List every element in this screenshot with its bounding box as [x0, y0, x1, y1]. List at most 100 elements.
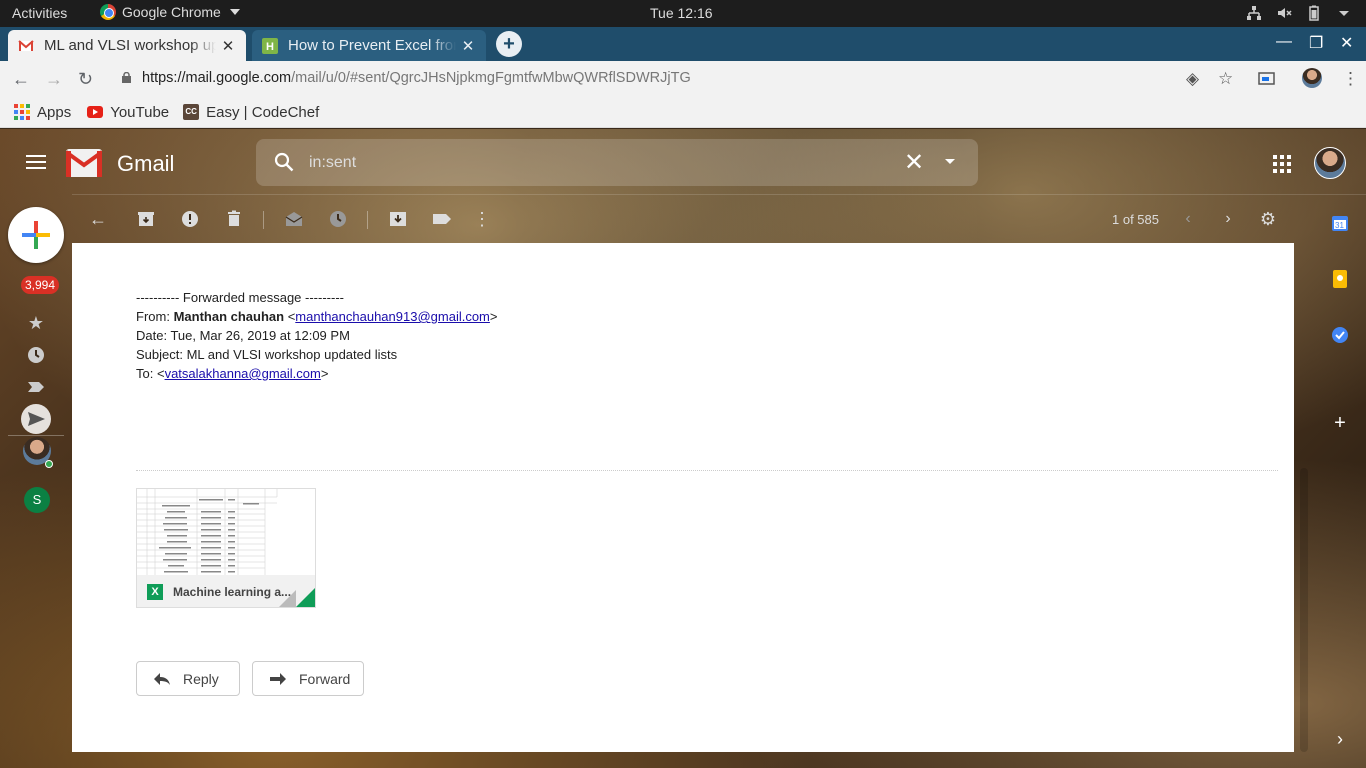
search-icon[interactable] — [274, 152, 294, 172]
apps-grid-icon — [14, 104, 30, 120]
bookmark-apps[interactable]: Apps — [14, 104, 71, 121]
gmail-app: Gmail in:sent ✕ 3,994 ★ S ← ⋮ 1 of 585 ‹… — [0, 129, 1366, 768]
sender-name: Manthan chauhan — [173, 309, 285, 324]
extension-icon[interactable]: ◈ — [1186, 69, 1199, 89]
reply-button[interactable]: Reply — [136, 661, 240, 696]
close-window-icon[interactable]: ✕ — [1340, 33, 1353, 53]
tab-gmail[interactable]: ML and VLSI workshop updated lists ✕ — [8, 30, 246, 61]
app-menu[interactable]: Google Chrome — [100, 4, 240, 20]
bookmark-youtube[interactable]: YouTube — [87, 104, 169, 121]
system-tray[interactable] — [1246, 5, 1352, 21]
important-label-icon[interactable] — [24, 375, 48, 399]
reload-icon[interactable]: ↻ — [78, 69, 93, 90]
clock[interactable]: Tue 12:16 — [650, 5, 713, 21]
calendar-icon[interactable]: 31 — [1330, 213, 1350, 233]
battery-icon — [1309, 5, 1319, 21]
tasks-icon[interactable] — [1330, 325, 1350, 345]
subject-line: Subject: ML and VLSI workshop updated li… — [136, 347, 398, 362]
starred-icon[interactable]: ★ — [24, 311, 48, 335]
from-line: From: Manthan chauhan <manthanchauhan913… — [136, 309, 498, 324]
scrollbar[interactable] — [1300, 468, 1308, 752]
gmail-icon — [18, 39, 34, 51]
move-to-icon[interactable] — [386, 207, 410, 231]
more-menu-icon[interactable]: ⋮ — [1342, 69, 1359, 89]
to-line: To: <vatsalakhanna@gmail.com> — [136, 366, 329, 381]
new-tab-button[interactable]: + — [496, 31, 522, 57]
attachment-filename: Machine learning a... — [173, 585, 292, 599]
forward-arrow-icon — [270, 672, 286, 685]
back-to-list-icon[interactable]: ← — [86, 207, 110, 231]
clear-search-icon[interactable]: ✕ — [904, 148, 924, 177]
gmail-logo-icon[interactable] — [66, 149, 102, 177]
newer-icon[interactable]: ‹ — [1176, 207, 1200, 231]
excel-file-icon: X — [147, 584, 163, 600]
page-curl-icon — [296, 588, 315, 607]
url-field[interactable]: https://mail.google.com/mail/u/0/#sent/Q… — [142, 70, 691, 86]
keep-icon[interactable] — [1330, 269, 1350, 289]
get-addons-icon[interactable]: + — [1330, 413, 1350, 433]
bookmark-star-icon[interactable]: ☆ — [1218, 69, 1233, 89]
search-bar[interactable]: in:sent ✕ — [256, 139, 978, 186]
archive-icon[interactable] — [134, 207, 158, 231]
show-side-panel-icon[interactable]: › — [1330, 729, 1350, 749]
page-curl-shadow — [279, 590, 296, 607]
sender-email-link[interactable]: manthanchauhan913@gmail.com — [295, 309, 490, 324]
search-options-icon[interactable] — [945, 159, 955, 164]
bookmark-label: YouTube — [110, 103, 170, 121]
reply-icon — [154, 672, 170, 685]
system-menu-caret-icon — [1339, 11, 1349, 16]
sent-nav-item[interactable] — [21, 404, 51, 434]
tab-title: How to Prevent Excel from — [288, 37, 456, 54]
older-icon[interactable]: › — [1216, 207, 1240, 231]
howtogeek-icon: H — [262, 37, 278, 54]
report-spam-icon[interactable] — [178, 207, 202, 231]
activities-button[interactable]: Activities — [12, 5, 67, 21]
chrome-icon — [100, 4, 116, 20]
recipient-email-link[interactable]: vatsalakhanna@gmail.com — [165, 366, 321, 381]
url-host: https://mail.google.com — [142, 70, 292, 86]
profile-avatar[interactable] — [1302, 68, 1322, 88]
attachment-divider — [136, 470, 1278, 471]
delete-icon[interactable] — [222, 207, 246, 231]
app-menu-label: Google Chrome — [122, 4, 221, 20]
svg-text:31: 31 — [1335, 221, 1344, 230]
network-icon — [1247, 6, 1261, 20]
bookmark-label: Easy | CodeChef — [206, 103, 320, 121]
main-menu-icon[interactable] — [26, 155, 46, 173]
pagination-count: 1 of 585 — [1112, 212, 1159, 227]
tab-strip: ML and VLSI workshop updated lists ✕ H H… — [0, 27, 1366, 61]
maximize-icon[interactable]: ❐ — [1309, 33, 1323, 53]
caret-down-icon — [229, 9, 240, 15]
gmail-header: Gmail in:sent ✕ — [0, 129, 1366, 194]
more-actions-icon[interactable]: ⋮ — [470, 207, 494, 231]
forward-icon[interactable]: → — [45, 69, 63, 90]
attachment-card[interactable]: X Machine learning a... — [136, 488, 316, 608]
mark-unread-icon[interactable] — [282, 207, 306, 231]
os-top-bar: Activities Google Chrome Tue 12:16 — [0, 0, 1366, 27]
date-line: Date: Tue, Mar 26, 2019 at 12:09 PM — [136, 328, 350, 343]
tab-howtogeek[interactable]: H How to Prevent Excel from ✕ — [252, 30, 486, 61]
close-tab-icon[interactable]: ✕ — [460, 37, 476, 55]
compose-button[interactable] — [8, 207, 64, 263]
gmail-wordmark: Gmail — [117, 151, 175, 176]
rail-divider — [8, 435, 64, 436]
forward-button[interactable]: Forward — [252, 661, 364, 696]
back-icon[interactable]: ← — [12, 69, 30, 90]
account-avatar[interactable] — [1314, 147, 1346, 179]
cast-icon[interactable] — [1258, 72, 1275, 86]
google-apps-icon[interactable] — [1273, 155, 1291, 173]
label-icon[interactable] — [430, 207, 454, 231]
message-toolbar: ← ⋮ 1 of 585 ‹ › ⚙ — [72, 195, 1294, 243]
minimize-icon[interactable]: — — [1276, 33, 1292, 51]
youtube-icon — [87, 106, 104, 118]
snooze-icon[interactable] — [326, 207, 350, 231]
forwarded-message: ---------- Forwarded message --------- F… — [136, 288, 497, 383]
reply-label: Reply — [183, 670, 219, 687]
settings-gear-icon[interactable]: ⚙ — [1256, 207, 1280, 231]
snoozed-clock-icon[interactable] — [24, 343, 48, 367]
contact-avatar-s[interactable]: S — [24, 487, 50, 513]
inbox-unread-badge[interactable]: 3,994 — [21, 276, 60, 294]
bookmark-codechef[interactable]: CC Easy | CodeChef — [183, 104, 319, 121]
search-input[interactable]: in:sent — [309, 154, 356, 172]
close-tab-icon[interactable]: ✕ — [220, 37, 236, 55]
